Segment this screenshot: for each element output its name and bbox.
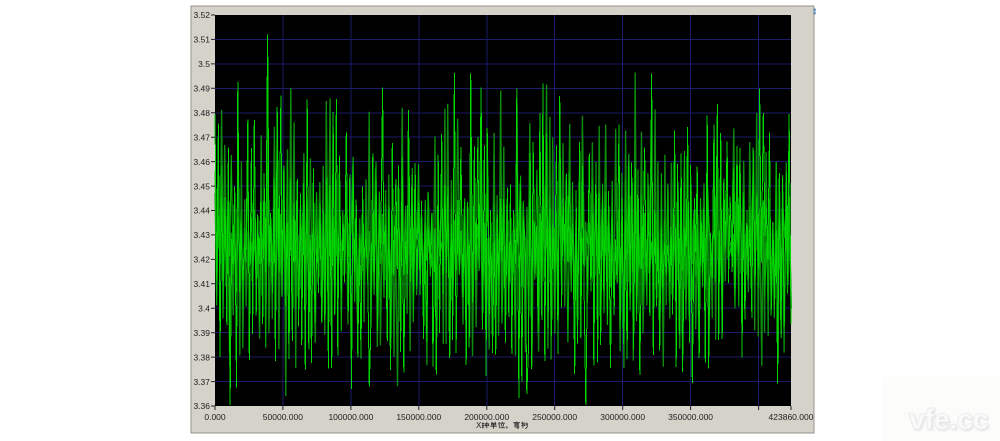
svg-text:150000.000: 150000.000: [396, 412, 441, 422]
svg-text:0.000: 0.000: [204, 412, 226, 422]
svg-text:50000.000: 50000.000: [263, 412, 303, 422]
svg-text:350000.000: 350000.000: [668, 412, 713, 422]
svg-text:3.48: 3.48: [193, 108, 210, 118]
svg-text:3.41: 3.41: [193, 279, 210, 289]
svg-text:200000.000: 200000.000: [464, 412, 509, 422]
svg-text:3.46: 3.46: [193, 157, 210, 167]
svg-text:3.39: 3.39: [193, 328, 210, 338]
svg-text:300000.000: 300000.000: [600, 412, 645, 422]
svg-text:X: X: [476, 421, 482, 430]
svg-text:250000.000: 250000.000: [532, 412, 577, 422]
svg-text:3.43: 3.43: [193, 230, 210, 240]
svg-text:3.4: 3.4: [198, 303, 210, 313]
svg-text:423860.000: 423860.000: [769, 412, 814, 422]
svg-text:3.37: 3.37: [193, 377, 210, 387]
svg-text:3.49: 3.49: [193, 84, 210, 94]
svg-text:100000.000: 100000.000: [328, 412, 373, 422]
svg-text:3.51: 3.51: [193, 35, 210, 45]
svg-text:3.47: 3.47: [193, 132, 210, 142]
svg-text:3.45: 3.45: [193, 181, 210, 191]
svg-text:3.42: 3.42: [193, 255, 210, 265]
svg-text:3.36: 3.36: [193, 401, 210, 411]
svg-text:3.52: 3.52: [193, 10, 210, 20]
svg-text:vfe.cc: vfe.cc: [909, 404, 989, 436]
svg-text:3.44: 3.44: [193, 206, 210, 216]
svg-text:3.5: 3.5: [198, 59, 210, 69]
svg-text:3.38: 3.38: [193, 352, 210, 362]
